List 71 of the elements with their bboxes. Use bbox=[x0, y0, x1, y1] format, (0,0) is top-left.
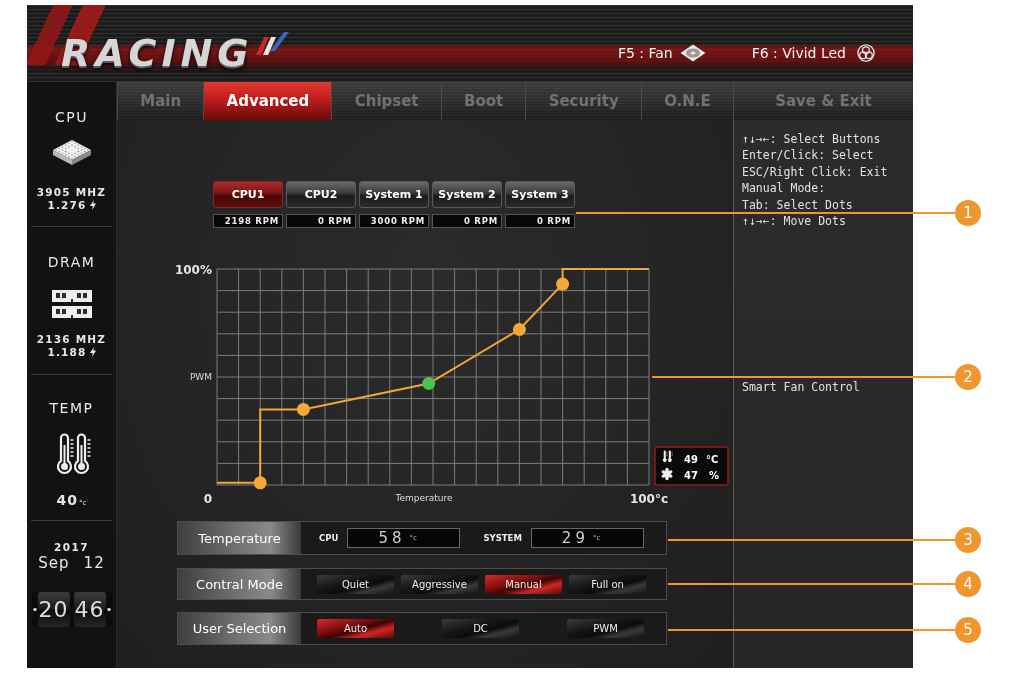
help-description: Smart Fan Control bbox=[742, 380, 860, 393]
logo-mark-icon bbox=[253, 30, 290, 57]
panel-label: User Selection bbox=[178, 613, 301, 644]
fan-tab[interactable]: CPU1 bbox=[213, 181, 283, 208]
axis-label: 100% bbox=[174, 263, 212, 277]
day-text: 12 bbox=[83, 555, 105, 572]
memory-module-icon bbox=[51, 289, 92, 319]
clock-hours: 20 bbox=[37, 592, 70, 627]
fan-tab[interactable]: System 2 bbox=[432, 181, 502, 208]
voltage-text: 1.276 bbox=[47, 199, 87, 211]
diamond-icon bbox=[679, 43, 706, 62]
help-text: ESC/Right Click: Exit bbox=[742, 165, 888, 178]
callout-marker: 3 bbox=[955, 527, 981, 553]
readout-unit: °C bbox=[706, 454, 719, 465]
callout-marker: 5 bbox=[955, 617, 981, 643]
menu-tab[interactable]: Advanced bbox=[203, 82, 332, 120]
mode-option[interactable]: Manual bbox=[485, 574, 562, 594]
fan-tab[interactable]: System 1 bbox=[359, 181, 429, 208]
axis-label: Temperature bbox=[395, 493, 453, 503]
voltage-text: 1.188 bbox=[47, 346, 87, 358]
rpm-readout: 0 RPM bbox=[432, 214, 502, 228]
logo-text: RACING bbox=[61, 31, 254, 74]
panel-label: Contral Mode bbox=[178, 569, 301, 599]
mode-option[interactable]: Full on bbox=[569, 574, 646, 594]
hotkey-button[interactable]: F6 : Vivid Led bbox=[751, 43, 875, 62]
reading-label: CPU bbox=[319, 533, 339, 543]
three-circles-icon bbox=[857, 43, 875, 62]
rpm-readout: 2198 RPM bbox=[213, 214, 283, 228]
section-title: TEMP bbox=[49, 400, 94, 416]
rpm-readout: 3000 RPM bbox=[359, 214, 429, 228]
selection-option[interactable]: PWM bbox=[567, 619, 644, 638]
selection-option[interactable]: DC bbox=[442, 619, 519, 638]
temperature-value: 29 bbox=[561, 530, 589, 546]
bolt-icon bbox=[89, 347, 96, 357]
axis-label: 100°c bbox=[629, 492, 669, 506]
mode-option[interactable]: Aggressive bbox=[401, 574, 478, 594]
section-title: DRAM bbox=[47, 254, 96, 270]
fan-icon bbox=[661, 467, 673, 481]
axis-label: 0 bbox=[203, 492, 212, 506]
callout-marker: 2 bbox=[955, 364, 981, 390]
mode-option[interactable]: Quiet bbox=[317, 574, 394, 594]
month-text: Sep bbox=[38, 555, 70, 572]
chip-icon bbox=[51, 139, 92, 167]
help-text: ↑↓→←: Move Dots bbox=[742, 214, 846, 227]
clock-minutes: 46 bbox=[73, 592, 106, 627]
help-text: Tab: Select Dots bbox=[742, 198, 853, 211]
selection-option[interactable]: Auto bbox=[317, 619, 394, 638]
year-text: 2017 bbox=[53, 541, 90, 553]
panel-label: Temperature bbox=[178, 522, 301, 554]
bolt-icon bbox=[89, 200, 96, 210]
readout-value: 47 bbox=[684, 470, 698, 481]
thermometer-icon bbox=[662, 450, 673, 462]
frequency-text: 3905 MHZ bbox=[36, 186, 107, 198]
hotkey-button[interactable]: F5 : Fan bbox=[617, 43, 706, 62]
callout-marker: 1 bbox=[955, 200, 981, 226]
rpm-readout: 0 RPM bbox=[286, 214, 356, 228]
help-text: Manual Mode: bbox=[742, 182, 826, 195]
section-title: CPU bbox=[55, 109, 88, 125]
callout-marker: 4 bbox=[955, 571, 981, 597]
temperature-value: 40 bbox=[56, 493, 79, 507]
help-text: Enter/Click: Select bbox=[742, 149, 874, 162]
rpm-readout: 0 RPM bbox=[505, 214, 575, 228]
temperature-value: 58 bbox=[378, 530, 406, 546]
fan-tab[interactable]: CPU2 bbox=[286, 181, 356, 208]
frequency-text: 2136 MHZ bbox=[36, 333, 107, 345]
fan-tab[interactable]: System 3 bbox=[505, 181, 575, 208]
readout-value: 49 bbox=[684, 454, 698, 465]
readout-unit: % bbox=[709, 470, 720, 481]
axis-label: PWM bbox=[189, 372, 212, 382]
reading-label: SYSTEM bbox=[483, 533, 522, 543]
help-text: ↑↓→←: Select Buttons bbox=[742, 133, 881, 145]
